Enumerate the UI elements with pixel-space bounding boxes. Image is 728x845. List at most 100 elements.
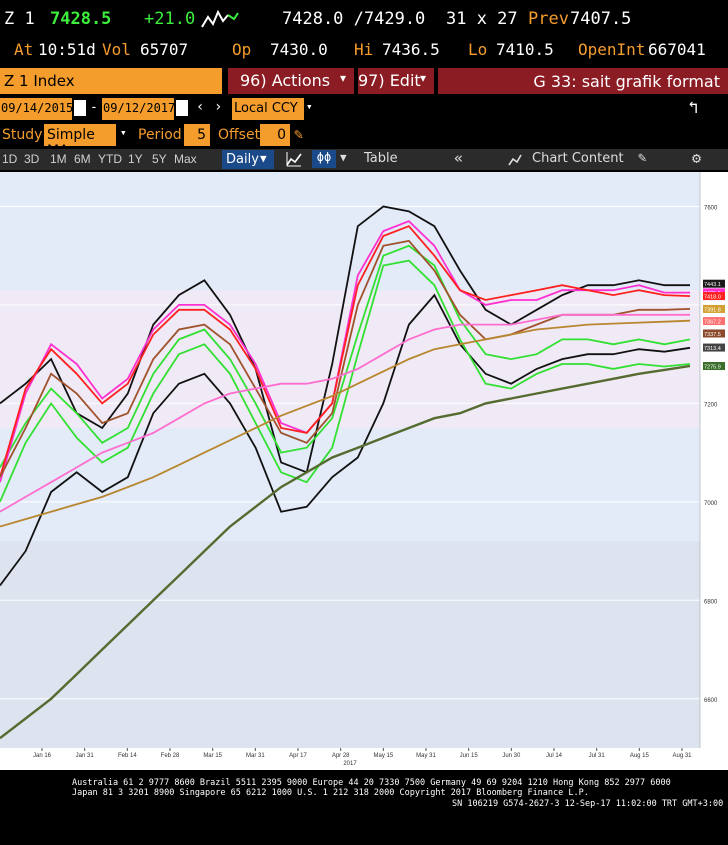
chevron-down-icon[interactable]: ▾	[306, 100, 313, 113]
chevron-down-icon[interactable]: ▼	[340, 151, 347, 164]
quote-header: Z 1 7428.5 +21.0 7428.0 /7429.0 31 x 27 …	[0, 0, 728, 40]
start-date-text: 09/14/2015	[1, 101, 74, 115]
range-button-6m[interactable]: 6M	[74, 152, 91, 166]
candlestick-icon[interactable]: ϕϕ	[312, 150, 336, 168]
x-tick-label: Aug 31	[672, 753, 692, 759]
low-value: 7410.5	[496, 40, 554, 59]
period-label: Period	[138, 127, 182, 143]
openint-label: OpenInt	[578, 40, 646, 59]
x-tick-label: Feb 28	[161, 753, 180, 759]
range-button-1m[interactable]: 1M	[50, 152, 67, 166]
currency-select[interactable]: Local CCY	[232, 98, 304, 120]
x-tick-label: Apr 28	[332, 753, 350, 759]
prev-label: Prev	[528, 9, 569, 29]
calendar-icon[interactable]	[74, 100, 86, 116]
last-value-tag-text: 7391.8	[704, 307, 721, 313]
offset-value: 0	[277, 127, 286, 143]
x-tick-label: Jul 14	[546, 753, 563, 759]
x-tick-label: Apr 17	[289, 753, 307, 759]
back-arrow-icon[interactable]: ↰	[688, 98, 698, 118]
low-label: Lo	[468, 40, 488, 59]
x-tick-label: Jan 16	[33, 753, 52, 759]
command-bar: Z 1 Index 96) Actions ▾ 97) Edit ▾ G 33:…	[0, 68, 728, 94]
x-tick-label: Feb 14	[118, 753, 137, 759]
last-value-tag-text: 7443.1	[704, 282, 721, 288]
range-button-5y[interactable]: 5Y	[152, 152, 167, 166]
price-change: +21.0	[144, 9, 196, 29]
end-date-text: 09/12/2017	[103, 101, 176, 115]
line-chart-icon[interactable]	[286, 151, 302, 171]
x-tick-label: Jan 31	[76, 753, 95, 759]
last-value-tag-text: 7313.4	[704, 346, 721, 352]
table-button[interactable]: Table	[364, 151, 398, 166]
end-date-input[interactable]: 09/12/2017	[102, 98, 176, 120]
footer-contacts-line1: Australia 61 2 9777 8600 Brazil 5511 239…	[72, 778, 671, 788]
open-label: Op	[232, 40, 252, 59]
range-button-1d[interactable]: 1D	[2, 152, 17, 166]
next-period-icon[interactable]: ›	[214, 99, 222, 115]
frequency-label: Daily	[226, 152, 259, 167]
study-bar: Study Simple MA ▾ Period 5 Offset 0 ✎	[0, 124, 728, 159]
lower-band	[0, 541, 700, 748]
high-label: Hi	[354, 40, 374, 59]
quote-stats: At 10:51d Vol 65707 Op 7430.0 Hi 7436.5 …	[0, 40, 728, 64]
bid-ask-size: 31 x 27	[446, 9, 518, 29]
range-button-ytd[interactable]: YTD	[98, 152, 122, 166]
chart-content-button[interactable]: Chart Content	[532, 151, 624, 166]
last-value-tag-text: 7275.9	[704, 365, 721, 371]
at-label: At	[14, 40, 34, 59]
prev-period-icon[interactable]: ‹	[196, 99, 204, 115]
period-input[interactable]: 5	[184, 124, 210, 146]
annotate-icon[interactable]: ✎	[638, 150, 646, 166]
study-select[interactable]: Simple MA	[44, 124, 116, 159]
actions-menu[interactable]: 96) Actions ▾	[228, 68, 354, 94]
y-tick-label: 7200	[704, 402, 718, 408]
range-button-1y[interactable]: 1Y	[128, 152, 143, 166]
vol-value: 65707	[140, 40, 189, 59]
pencil-icon[interactable]: ✎	[294, 125, 303, 143]
x-tick-label: May 15	[373, 753, 393, 759]
chevron-down-icon: ▾	[340, 71, 347, 85]
y-tick-label: 6600	[704, 698, 718, 704]
offset-input[interactable]: 0	[260, 124, 290, 146]
frequency-select[interactable]: Daily ▼	[222, 150, 274, 169]
currency-text: Local CCY	[234, 101, 298, 116]
chevron-down-icon: ▼	[260, 152, 267, 165]
gear-icon[interactable]: ⚙	[692, 149, 701, 167]
sparkline-icon	[200, 7, 240, 35]
edit-menu[interactable]: 97) Edit ▾	[358, 68, 434, 94]
y-tick-label: 6800	[704, 599, 718, 605]
period-value: 5	[197, 127, 206, 143]
y-tick-label: 7000	[704, 501, 718, 507]
high-value: 7436.5	[382, 40, 440, 59]
chart-content-icon[interactable]	[508, 152, 522, 171]
prev-value: 7407.5	[570, 9, 632, 29]
openint-value: 667041	[648, 40, 706, 59]
last-value-tag-text: 7367.2	[704, 320, 721, 326]
footer: Australia 61 2 9777 8600 Brazil 5511 239…	[0, 774, 728, 814]
x-tick-label: May 31	[416, 753, 436, 759]
collapse-icon[interactable]: «	[454, 149, 463, 167]
ticker: Z 1	[4, 9, 35, 29]
last-price: 7428.5	[50, 9, 112, 29]
security-text: Z 1 Index	[4, 72, 75, 90]
x-tick-label: Mar 15	[203, 753, 222, 759]
calendar-icon[interactable]	[176, 100, 188, 116]
range-bar: 1D 3D 1M 6M YTD 1Y 5Y Max Daily ▼ ϕϕ ▼ Table « …	[0, 149, 728, 170]
footer-session-info: SN 106219 G574-2627-3 12-Sep-17 11:02:00…	[452, 799, 724, 809]
start-date-input[interactable]: 09/14/2015	[0, 98, 74, 120]
price-chart[interactable]: 7600 7200 7000 6800 6600 Jan 16 Jan 31 Feb 14 Fe…	[0, 172, 728, 770]
range-button-max[interactable]: Max	[174, 152, 197, 166]
year-label: 2017	[343, 761, 357, 767]
x-tick-label: Aug 15	[630, 753, 650, 759]
x-tick-label: Jul 31	[589, 753, 606, 759]
page-title-bar: G 33: sait grafik format	[438, 68, 728, 94]
range-button-3d[interactable]: 3D	[24, 152, 39, 166]
chevron-down-icon: ▾	[420, 71, 427, 85]
last-value-tag-text: 7337.5	[704, 332, 721, 338]
x-tick-label: Jun 15	[460, 753, 479, 759]
x-tick-label: Jun 30	[502, 753, 521, 759]
security-field[interactable]: Z 1 Index	[0, 68, 222, 94]
chevron-down-icon[interactable]: ▾	[120, 126, 127, 139]
last-value-tag-text: 7418.0	[704, 295, 721, 301]
